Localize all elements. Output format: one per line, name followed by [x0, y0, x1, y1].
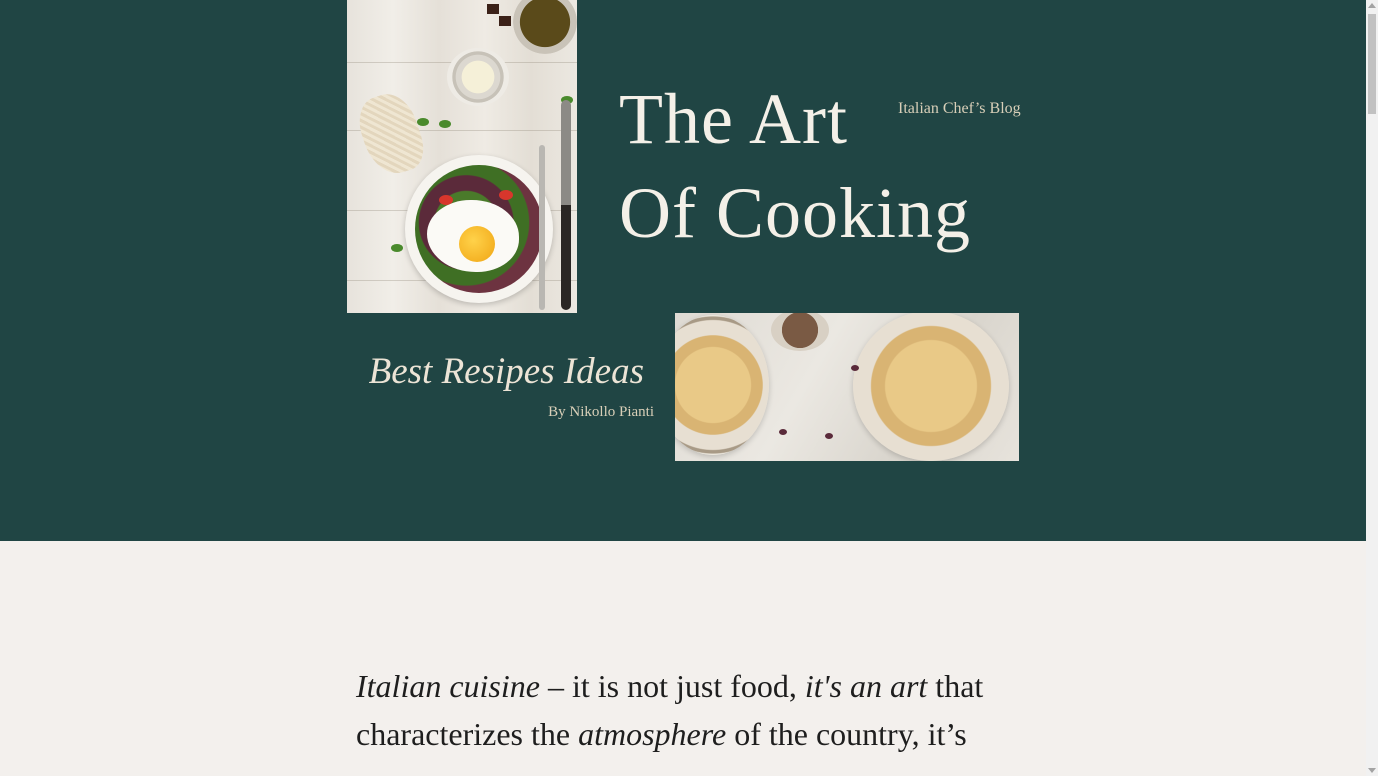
salad-photo [347, 0, 577, 313]
title-line-1: The Art [619, 79, 848, 159]
intro-text-1: – it is not just food, [539, 668, 805, 704]
scrollbar-thumb[interactable] [1368, 14, 1376, 114]
hero-section: The Art Of Cooking Italian Chef’s Blog B… [0, 0, 1366, 541]
tagline: Best Resipes Ideas [368, 351, 644, 392]
title-line-2: Of Cooking [619, 173, 971, 253]
intro-emphasis-3: atmosphere [578, 716, 727, 752]
intro-emphasis-1: Italian cuisine [356, 668, 540, 704]
intro-emphasis-2: it's an art [804, 668, 928, 704]
author-byline: By Nikollo Pianti [548, 404, 654, 420]
blog-subtitle: Italian Chef’s Blog [898, 100, 1021, 117]
vertical-scrollbar[interactable] [1366, 0, 1378, 776]
pasta-photo [675, 313, 1019, 461]
scroll-down-icon[interactable] [1368, 768, 1376, 773]
scroll-up-icon[interactable] [1368, 3, 1376, 8]
intro-paragraph: Italian cuisine – it is not just food, i… [356, 662, 1036, 758]
intro-text-3: of the country, it’s [726, 716, 967, 752]
